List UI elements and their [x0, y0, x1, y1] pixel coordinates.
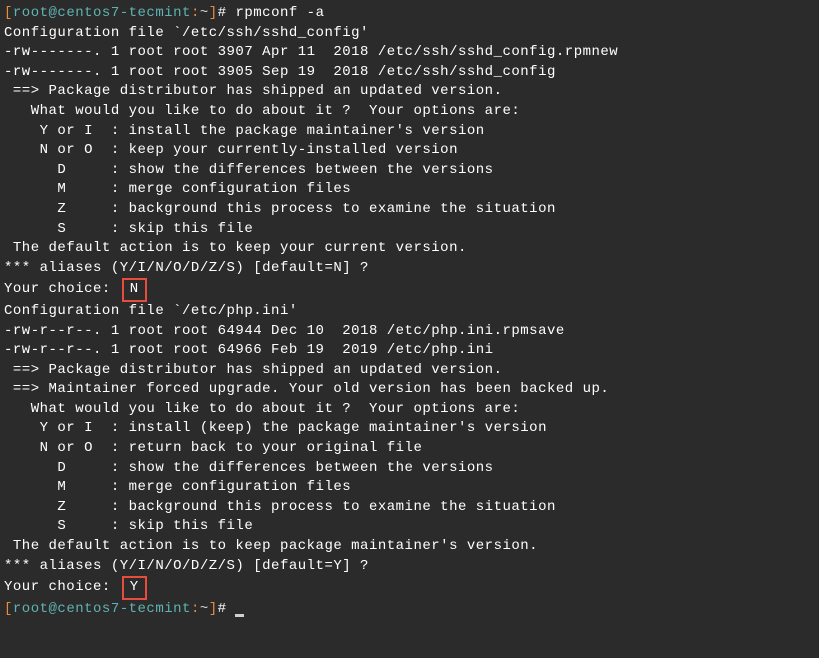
output-line: -rw-------. 1 root root 3905 Sep 19 2018… — [4, 63, 815, 83]
output-line: S : skip this file — [4, 517, 815, 537]
output-line: Z : background this process to examine t… — [4, 200, 815, 220]
command-text: rpmconf -a — [235, 5, 324, 21]
output-line: N or O : keep your currently-installed v… — [4, 141, 815, 161]
output-line: ==> Package distributor has shipped an u… — [4, 361, 815, 381]
output-line: *** aliases (Y/I/N/O/D/Z/S) [default=N] … — [4, 259, 815, 279]
cursor-icon — [235, 614, 244, 617]
output-line: Y or I : install the package maintainer'… — [4, 122, 815, 142]
output-line: -rw-r--r--. 1 root root 64966 Feb 19 201… — [4, 341, 815, 361]
bracket-open: [ — [4, 601, 13, 617]
output-line: What would you like to do about it ? You… — [4, 102, 815, 122]
output-line: -rw-r--r--. 1 root root 64944 Dec 10 201… — [4, 322, 815, 342]
choice-label: Your choice: — [4, 579, 111, 595]
output-line: M : merge configuration files — [4, 180, 815, 200]
output-line: Configuration file `/etc/ssh/sshd_config… — [4, 24, 815, 44]
colon: : — [191, 601, 200, 617]
choice-input-value: N — [130, 281, 139, 297]
choice-label: Your choice: — [4, 281, 111, 297]
prompt-line-2[interactable]: [root@centos7-tecmint:~]# — [4, 600, 815, 620]
choice-line-1[interactable]: Your choice: N — [4, 278, 815, 302]
output-line: Y or I : install (keep) the package main… — [4, 419, 815, 439]
output-line: The default action is to keep your curre… — [4, 239, 815, 259]
output-line: -rw-------. 1 root root 3907 Apr 11 2018… — [4, 43, 815, 63]
output-line: ==> Package distributor has shipped an u… — [4, 82, 815, 102]
choice-input-value: Y — [130, 579, 139, 595]
hash: # — [218, 5, 236, 21]
bracket-close: ] — [209, 5, 218, 21]
hash: # — [218, 601, 236, 617]
bracket-open: [ — [4, 5, 13, 21]
output-line: The default action is to keep package ma… — [4, 537, 815, 557]
choice-line-2[interactable]: Your choice: Y — [4, 576, 815, 600]
output-line: N or O : return back to your original fi… — [4, 439, 815, 459]
output-line: What would you like to do about it ? You… — [4, 400, 815, 420]
output-line: ==> Maintainer forced upgrade. Your old … — [4, 380, 815, 400]
output-line: D : show the differences between the ver… — [4, 161, 815, 181]
cwd: ~ — [200, 601, 209, 617]
prompt-line-1[interactable]: [root@centos7-tecmint:~]# rpmconf -a — [4, 4, 815, 24]
bracket-close: ] — [209, 601, 218, 617]
output-line: D : show the differences between the ver… — [4, 459, 815, 479]
output-line: S : skip this file — [4, 220, 815, 240]
output-line: Z : background this process to examine t… — [4, 498, 815, 518]
choice-input-highlight: Y — [122, 576, 147, 600]
output-line: M : merge configuration files — [4, 478, 815, 498]
cwd: ~ — [200, 5, 209, 21]
output-line: Configuration file `/etc/php.ini' — [4, 302, 815, 322]
choice-input-highlight: N — [122, 278, 147, 302]
user-host: root@centos7-tecmint — [13, 601, 191, 617]
colon: : — [191, 5, 200, 21]
user-host: root@centos7-tecmint — [13, 5, 191, 21]
output-line: *** aliases (Y/I/N/O/D/Z/S) [default=Y] … — [4, 557, 815, 577]
